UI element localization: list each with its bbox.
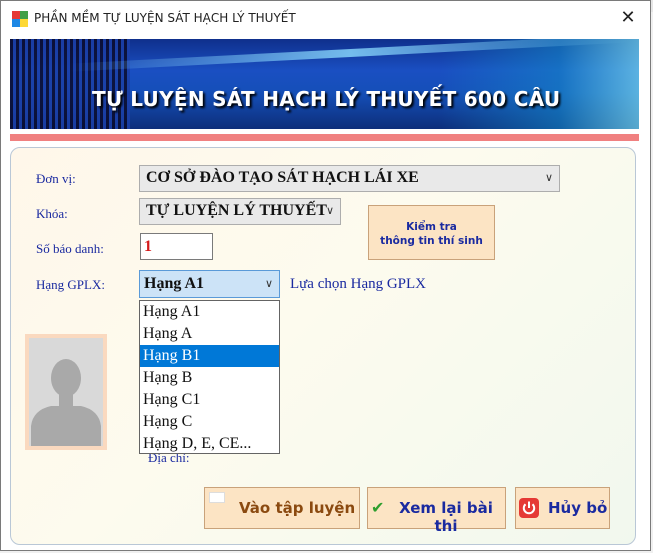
banner-decoration-left — [10, 39, 130, 129]
cancel-button[interactable]: Hủy bỏ — [515, 487, 610, 529]
check-info-line1: Kiểm tra — [406, 221, 457, 233]
banner: TỰ LUYỆN SÁT HẠCH LÝ THUYẾT 600 CÂU — [10, 39, 639, 129]
review-exam-label: Xem lại bài thi — [399, 499, 493, 535]
dropdown-option[interactable]: Hạng A — [140, 323, 279, 345]
close-icon[interactable]: ✕ — [612, 5, 644, 31]
start-practice-label: Vào tập luyện — [239, 499, 356, 517]
hang-gplx-label: Hạng GPLX: — [36, 277, 105, 292]
review-exam-button[interactable]: ✔ Xem lại bài thi — [367, 487, 506, 535]
hang-gplx-hint: Lựa chọn Hạng GPLX — [290, 276, 427, 292]
start-practice-button[interactable]: Vào tập luyện — [204, 487, 360, 529]
check-info-button[interactable]: Kiểm tra thông tin thí sinh — [368, 205, 495, 260]
dropdown-option[interactable]: Hạng C — [140, 411, 279, 433]
check-info-line2: thông tin thí sinh — [380, 235, 483, 247]
banner-decoration-right — [439, 39, 639, 129]
cancel-label: Hủy bỏ — [548, 499, 608, 517]
hang-gplx-dropdown-list: Hạng A1 Hạng A Hạng B1 Hạng B Hạng C1 Hạ… — [139, 300, 280, 454]
chevron-down-icon: ∨ — [544, 172, 553, 184]
hang-gplx-select[interactable]: Hạng A1 ∨ — [139, 270, 280, 298]
window-title: PHẦN MỀM TỰ LUYỆN SÁT HẠCH LÝ THUYẾT — [34, 11, 296, 25]
so-bao-danh-label: Số báo danh: — [36, 241, 104, 256]
dropdown-option[interactable]: Hạng D, E, CE... — [140, 433, 279, 455]
dropdown-option-highlighted[interactable]: Hạng B1 — [140, 345, 279, 367]
khoa-select[interactable]: TỰ LUYỆN LÝ THUYẾT ∨ — [139, 198, 341, 225]
title-bar: PHẦN MỀM TỰ LUYỆN SÁT HẠCH LÝ THUYẾT ✕ — [1, 1, 650, 37]
hang-gplx-value: Hạng A1 — [144, 275, 205, 292]
so-bao-danh-input[interactable]: 1 — [140, 233, 213, 260]
student-photo — [25, 334, 107, 450]
banner-title: TỰ LUYỆN SÁT HẠCH LÝ THUYẾT 600 CÂU — [92, 87, 561, 111]
power-icon — [519, 498, 539, 518]
main-window: PHẦN MỀM TỰ LUYỆN SÁT HẠCH LÝ THUYẾT ✕ T… — [0, 0, 651, 551]
chevron-down-icon: ∨ — [264, 278, 273, 290]
dropdown-option[interactable]: Hạng B — [140, 367, 279, 389]
don-vi-value: CƠ SỞ ĐÀO TẠO SÁT HẠCH LÁI XE — [146, 169, 419, 186]
separator-bar — [10, 134, 639, 141]
check-icon: ✔ — [371, 498, 385, 517]
avatar-silhouette-icon — [29, 338, 103, 446]
dropdown-option[interactable]: Hạng C1 — [140, 389, 279, 411]
khoa-label: Khóa: — [36, 206, 68, 221]
don-vi-select[interactable]: CƠ SỞ ĐÀO TẠO SÁT HẠCH LÁI XE ∨ — [139, 165, 560, 192]
khoa-value: TỰ LUYỆN LÝ THUYẾT — [146, 202, 327, 219]
dropdown-option[interactable]: Hạng A1 — [140, 301, 279, 323]
app-icon — [12, 11, 28, 27]
chevron-down-icon: ∨ — [325, 205, 334, 217]
placeholder-icon — [209, 492, 225, 503]
don-vi-label: Đơn vị: — [36, 171, 76, 186]
